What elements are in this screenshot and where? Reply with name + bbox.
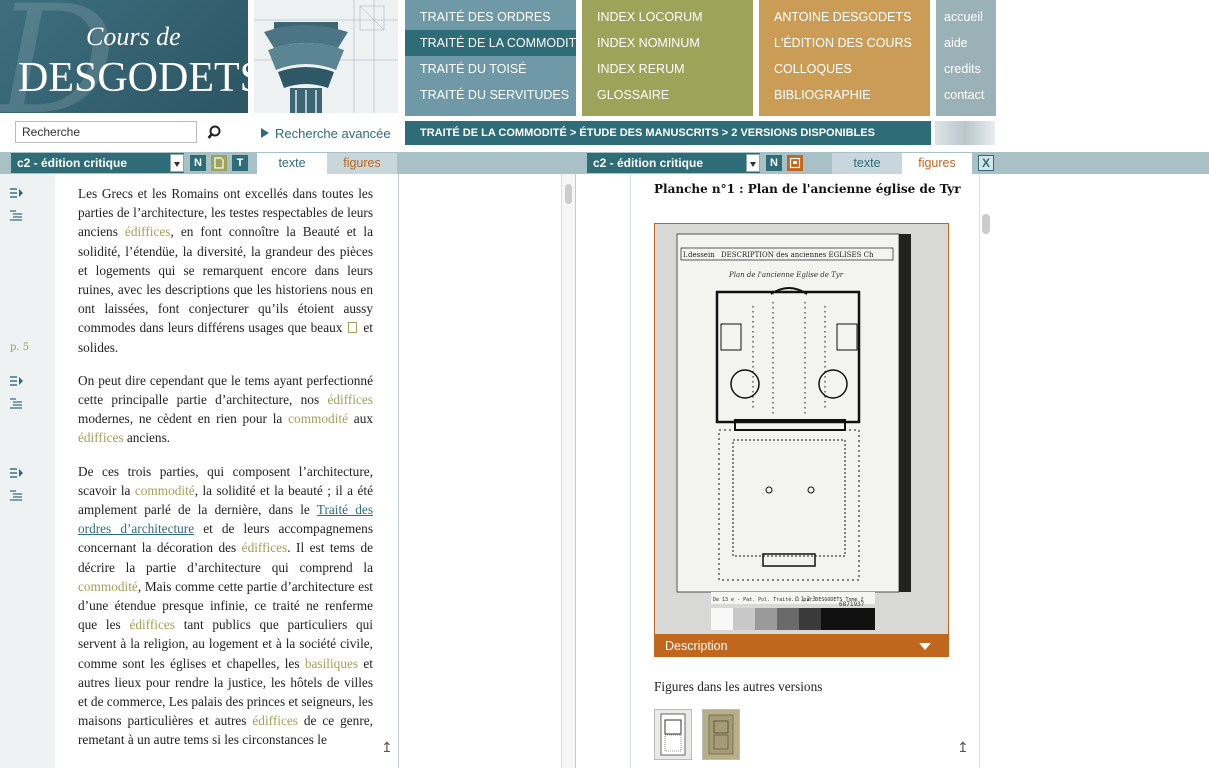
nav-accueil[interactable]: accueil: [936, 4, 996, 30]
right-edition-select[interactable]: c2 - édition critique: [587, 153, 760, 173]
chevron-down-icon: [919, 643, 931, 650]
logo-line2: DESGODETS: [18, 55, 248, 101]
nav-traite-servitudes[interactable]: TRAITÉ DU SERVITUDES: [405, 82, 576, 108]
column-capital-image: [254, 0, 398, 113]
chevron-down-icon: [746, 154, 760, 172]
other-versions-title: Figures dans les autres versions: [654, 679, 823, 694]
site-logo[interactable]: D Cours de DESGODETS: [0, 0, 248, 113]
description-toggle[interactable]: Description: [654, 635, 949, 657]
nav-edition-cours[interactable]: L'ÉDITION DES COURS: [759, 30, 930, 56]
expand-paragraph-icon[interactable]: [10, 375, 24, 387]
advanced-search-label: Recherche avancée: [275, 126, 391, 141]
expand-paragraph-icon[interactable]: [10, 467, 24, 479]
glossary-term[interactable]: commodité: [135, 483, 195, 498]
notes-toggle-icon[interactable]: N: [766, 155, 782, 171]
panel-divider: [575, 174, 576, 768]
breadcrumb: TRAITÉ DE LA COMMODITÉ > ÉTUDE DES MANUS…: [405, 121, 931, 145]
advanced-search-link[interactable]: Recherche avancée: [261, 126, 391, 141]
plate-subtitle: Plan de l'ancienne Eglise de Tyr: [728, 271, 844, 279]
glossary-term[interactable]: commodité: [288, 411, 348, 426]
main-text: Les Grecs et les Romains ont excellés da…: [78, 184, 373, 764]
variants-list-icon[interactable]: [10, 490, 24, 502]
glossary-term[interactable]: basiliques: [305, 656, 358, 671]
nav-aide[interactable]: aide: [936, 30, 996, 56]
glossary-term[interactable]: commodité: [78, 579, 138, 594]
nav-contact[interactable]: contact: [936, 82, 996, 108]
planche-image[interactable]: I.dessein DESCRIPTION des anciennes EGLI…: [654, 223, 949, 635]
paragraph-2: On peut dire cependant que le tems ayant…: [78, 371, 373, 448]
nav-antoine-desgodets[interactable]: ANTOINE DESGODETS: [759, 4, 930, 30]
right-tab-figures[interactable]: figures: [902, 153, 972, 174]
text-run: modernes, ne cèdent en rien pour la: [78, 411, 289, 427]
nav-column-index: INDEX LOCORUM INDEX NOMINUM INDEX RERUM …: [582, 0, 753, 116]
glossary-term[interactable]: édiffices: [327, 392, 373, 407]
planche-title: Planche n°1 : Plan de l'ancienne église …: [654, 182, 961, 196]
page-break-icon[interactable]: [348, 322, 358, 334]
variants-list-icon[interactable]: [10, 210, 24, 222]
nav-column-about: ANTOINE DESGODETS L'ÉDITION DES COURS CO…: [759, 0, 930, 116]
nav-credits[interactable]: credits: [936, 56, 996, 82]
chevron-down-icon: [170, 154, 184, 172]
paragraph-1: Les Grecs et les Romains ont excellés da…: [78, 184, 373, 357]
nav-colloques[interactable]: COLLOQUES: [759, 56, 930, 82]
scrollbar-thumb[interactable]: [565, 184, 572, 204]
search-icon[interactable]: [207, 124, 225, 142]
glossary-term[interactable]: édiffices: [125, 224, 171, 239]
version-thumbnail-2[interactable]: [702, 709, 740, 760]
scroll-top-icon[interactable]: ↥: [381, 740, 393, 756]
glossary-term[interactable]: édiffices: [242, 540, 288, 555]
paragraph-3: De ces trois parties, qui composent l’ar…: [78, 462, 373, 750]
nav-index-rerum[interactable]: INDEX RERUM: [582, 56, 753, 82]
logo-line1: Cours de: [86, 22, 181, 51]
close-panel-button[interactable]: X: [978, 155, 994, 171]
notes-toggle-icon[interactable]: N: [190, 155, 206, 171]
right-edition-value: c2 - édition critique: [593, 156, 704, 170]
text-toggle-icon[interactable]: T: [232, 155, 248, 171]
version-thumbnail-1[interactable]: [654, 709, 692, 760]
left-gutter: [0, 174, 55, 768]
left-scrollbar[interactable]: [561, 174, 575, 768]
plate-header-left: I.dessein: [683, 251, 715, 259]
plate-header: DESCRIPTION des anciennes EGLISES Ch: [721, 251, 874, 259]
left-edition-select[interactable]: c2 - édition critique: [11, 153, 184, 173]
variants-list-icon[interactable]: [10, 398, 24, 410]
right-tab-texte[interactable]: texte: [832, 153, 902, 174]
nav-column-traites: TRAITÉ DES ORDRES TRAITÉ DE LA COMMODITÉ…: [405, 0, 585, 116]
plate-scale: 0 1 2 3: [795, 596, 816, 603]
left-tab-texte[interactable]: texte: [257, 153, 327, 174]
figure-toggle-icon[interactable]: [787, 155, 803, 171]
nav-glossaire[interactable]: GLOSSAIRE: [582, 82, 753, 108]
description-label: Description: [665, 639, 728, 653]
nav-traite-toise[interactable]: TRAITÉ DU TOISÉ: [405, 56, 576, 82]
triangle-right-icon: [261, 128, 269, 138]
text-run: anciens.: [123, 430, 171, 446]
expand-paragraph-icon[interactable]: [10, 187, 24, 199]
left-tab-figures[interactable]: figures: [327, 153, 397, 174]
nav-traite-ordres[interactable]: TRAITÉ DES ORDRES: [405, 4, 576, 30]
breadcrumb-decoration-image: [935, 121, 995, 145]
search-input[interactable]: [15, 121, 197, 143]
right-scrollbar-thumb[interactable]: [982, 214, 990, 234]
plate-code: 6871937: [839, 601, 865, 608]
page-marker: p. 5: [10, 342, 30, 353]
text-run: aux: [347, 411, 373, 427]
nav-column-utility: accueil aide credits contact: [936, 0, 996, 116]
nav-index-locorum[interactable]: INDEX LOCORUM: [582, 4, 753, 30]
nav-bibliographie[interactable]: BIBLIOGRAPHIE: [759, 82, 930, 108]
glossary-term[interactable]: édiffices: [78, 430, 124, 445]
page-toggle-icon[interactable]: [211, 155, 227, 171]
scroll-top-icon[interactable]: ↥: [957, 740, 969, 756]
nav-index-nominum[interactable]: INDEX NOMINUM: [582, 30, 753, 56]
glossary-term[interactable]: édiffices: [129, 617, 175, 632]
text-run: , en font connoître la Beauté et la soli…: [78, 224, 373, 336]
left-edition-value: c2 - édition critique: [17, 156, 128, 170]
nav-traite-commodite[interactable]: TRAITÉ DE LA COMMODITÉ: [405, 30, 585, 56]
glossary-term[interactable]: édiffices: [252, 713, 298, 728]
